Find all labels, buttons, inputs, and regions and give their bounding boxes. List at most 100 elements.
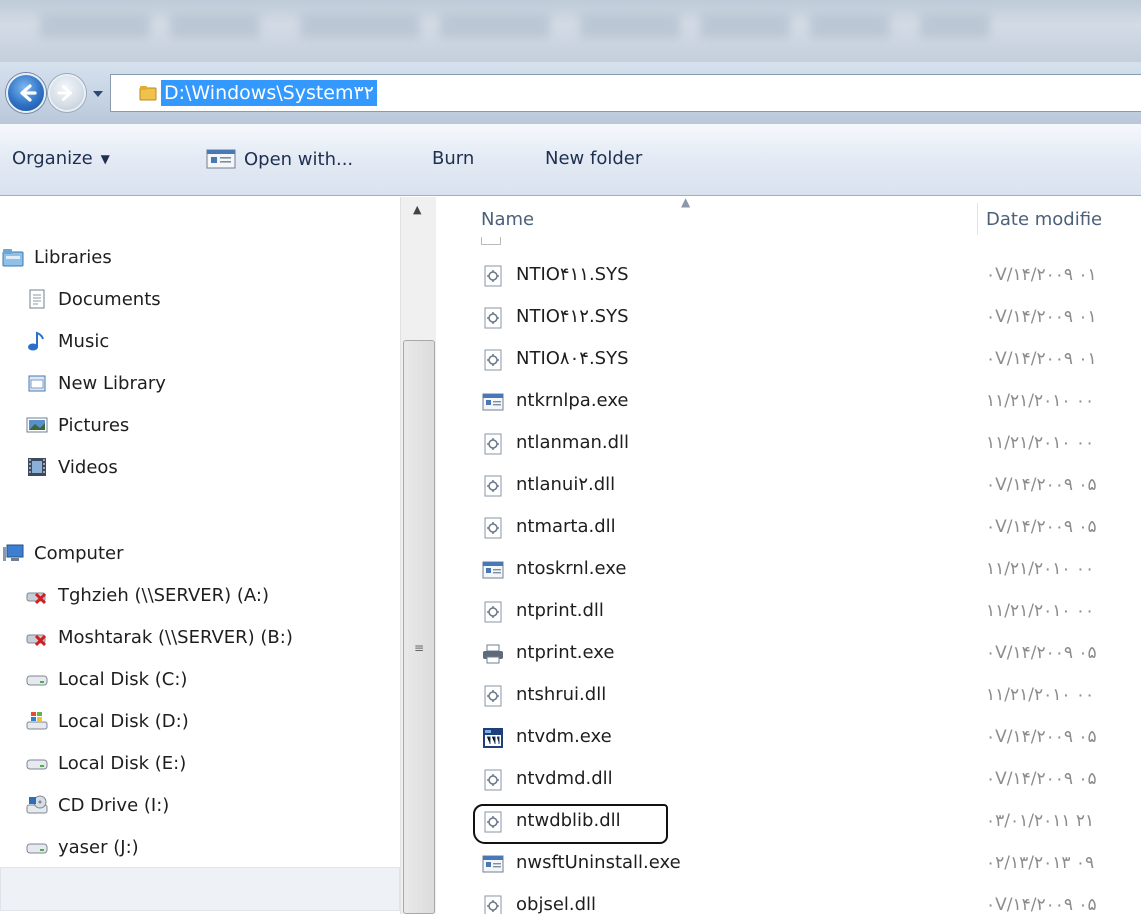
file-row[interactable]: ntvdmd.dll ۰V/۱۴/۲۰۰۹ ۰۵ bbox=[437, 759, 1141, 801]
organize-button[interactable]: Organize ▼ bbox=[12, 148, 110, 169]
system-file-icon bbox=[484, 517, 502, 539]
nav-drive-label: Moshtarak (\\SERVER) (B:) bbox=[58, 626, 293, 648]
file-date: ۰۲/۱۳/۲۰۱۳ ۰۹ bbox=[986, 853, 1095, 873]
file-name: NTIO۸۰۴.SYS bbox=[516, 348, 629, 369]
file-row[interactable]: ntkrnlpa.exe ۱۱/۲۱/۲۰۱۰ ۰۰ bbox=[437, 381, 1141, 423]
folder-icon bbox=[139, 86, 157, 101]
address-path[interactable]: D:\Windows\System۳۲ bbox=[161, 80, 377, 106]
file-name: objsel.dll bbox=[516, 894, 597, 914]
cd-drive-icon bbox=[26, 795, 48, 814]
file-date: ۰V/۱۴/۲۰۰۹ ۰۱ bbox=[986, 265, 1097, 285]
nav-drive-i[interactable]: CD Drive (I:) bbox=[26, 788, 169, 822]
file-row[interactable]: ntlanman.dll ۱۱/۲۱/۲۰۱۰ ۰۰ bbox=[437, 423, 1141, 465]
nav-drive-label: Local Disk (E:) bbox=[58, 752, 187, 774]
nav-item-label: Documents bbox=[58, 288, 161, 310]
pictures-icon bbox=[26, 417, 48, 433]
organize-label: Organize bbox=[12, 148, 93, 169]
file-list: ▲ Name Date modifie NTIO۴۱۱.SYS ۰V/۱۴/۲۰… bbox=[437, 197, 1141, 914]
file-date: ۰V/۱۴/۲۰۰۹ ۰۵ bbox=[986, 727, 1097, 747]
nav-item-documents[interactable]: Documents bbox=[26, 282, 161, 316]
system-file-icon bbox=[484, 895, 502, 914]
file-date: ۰V/۱۴/۲۰۰۹ ۰۵ bbox=[986, 517, 1097, 537]
burn-label: Burn bbox=[432, 148, 475, 169]
scroll-up-arrow-icon[interactable]: ▲ bbox=[413, 203, 421, 216]
nav-drive-label: yaser (J:) bbox=[58, 836, 139, 858]
navigation-bar: D:\Windows\System۳۲ bbox=[0, 62, 1141, 124]
nav-drive-c[interactable]: Local Disk (C:) bbox=[26, 662, 187, 696]
exe-icon bbox=[482, 393, 504, 411]
file-row[interactable]: NTIO۴۱۲.SYS ۰V/۱۴/۲۰۰۹ ۰۱ bbox=[437, 297, 1141, 339]
nav-item-videos[interactable]: Videos bbox=[26, 450, 118, 484]
file-date: ۰V/۱۴/۲۰۰۹ ۰۵ bbox=[986, 895, 1097, 914]
nav-computer[interactable]: Computer bbox=[2, 536, 123, 570]
back-button[interactable] bbox=[6, 73, 46, 113]
nav-drive-label: CD Drive (I:) bbox=[58, 794, 170, 816]
sort-ascending-icon: ▲ bbox=[681, 197, 691, 209]
nav-item-music[interactable]: Music bbox=[26, 324, 109, 358]
system-file-icon bbox=[484, 307, 502, 329]
chevron-down-icon: ▼ bbox=[100, 151, 110, 166]
document-icon bbox=[29, 289, 45, 309]
file-name: ntlanui۲.dll bbox=[516, 474, 616, 495]
file-date: ۱۱/۲۱/۲۰۱۰ ۰۰ bbox=[986, 685, 1095, 705]
nav-drive-e[interactable]: Local Disk (E:) bbox=[26, 746, 186, 780]
file-row[interactable]: NTIO۴۱۱.SYS ۰V/۱۴/۲۰۰۹ ۰۱ bbox=[437, 255, 1141, 297]
nav-item-label: Videos bbox=[58, 456, 118, 478]
nav-item-new-library[interactable]: New Library bbox=[26, 366, 166, 400]
column-divider[interactable] bbox=[977, 203, 978, 235]
file-row[interactable]: NTIO۸۰۴.SYS ۰V/۱۴/۲۰۰۹ ۰۱ bbox=[437, 339, 1141, 381]
system-file-icon bbox=[484, 601, 502, 623]
system-file-icon bbox=[484, 265, 502, 287]
open-with-button[interactable]: Open with... bbox=[206, 148, 353, 170]
drive-icon bbox=[26, 843, 48, 854]
address-bar[interactable]: D:\Windows\System۳۲ bbox=[110, 74, 1141, 112]
file-name: ntmarta.dll bbox=[516, 516, 616, 537]
file-name: NTIO۴۱۱.SYS bbox=[516, 264, 629, 285]
column-header-date-modified[interactable]: Date modifie bbox=[986, 209, 1102, 230]
file-date: ۰V/۱۴/۲۰۰۹ ۰۱ bbox=[986, 349, 1097, 369]
forward-button[interactable] bbox=[48, 74, 86, 112]
file-row[interactable]: nwsftUninstall.exe ۰۲/۱۳/۲۰۱۳ ۰۹ bbox=[437, 843, 1141, 885]
back-arrow-icon bbox=[20, 84, 37, 102]
file-name: ntprint.dll bbox=[516, 600, 604, 621]
file-row[interactable]: ntmarta.dll ۰V/۱۴/۲۰۰۹ ۰۵ bbox=[437, 507, 1141, 549]
system-file-icon bbox=[484, 475, 502, 497]
file-row[interactable]: ntprint.exe ۰V/۱۴/۲۰۰۹ ۰۵ bbox=[437, 633, 1141, 675]
exe-icon bbox=[482, 855, 504, 873]
column-header-name[interactable]: Name bbox=[481, 209, 534, 230]
nav-drive-a[interactable]: Tghzieh (\\SERVER) (A:) bbox=[26, 578, 269, 612]
file-row[interactable]: ntvdm.exe ۰V/۱۴/۲۰۰۹ ۰۵ bbox=[437, 717, 1141, 759]
new-folder-button[interactable]: New folder bbox=[545, 148, 642, 169]
burn-button[interactable]: Burn bbox=[432, 148, 474, 169]
nav-drive-label: Local Disk (D:) bbox=[58, 710, 189, 732]
file-date: ۱۱/۲۱/۲۰۱۰ ۰۰ bbox=[986, 559, 1095, 579]
scrollbar-thumb[interactable]: ≡ bbox=[403, 340, 435, 914]
file-row[interactable]: ntshrui.dll ۱۱/۲۱/۲۰۱۰ ۰۰ bbox=[437, 675, 1141, 717]
libraries-icon bbox=[2, 249, 24, 267]
file-row[interactable]: ntoskrnl.exe ۱۱/۲۱/۲۰۱۰ ۰۰ bbox=[437, 549, 1141, 591]
nav-drive-j[interactable]: yaser (J:) bbox=[26, 830, 139, 864]
system-file-icon bbox=[484, 349, 502, 371]
printer-icon bbox=[483, 644, 503, 664]
nav-item-pictures[interactable]: Pictures bbox=[26, 408, 129, 442]
system-file-icon bbox=[484, 685, 502, 707]
application-window-icon bbox=[206, 149, 236, 169]
navigation-pane: Libraries Documents Music New Library Pi… bbox=[0, 197, 400, 914]
recent-pages-chevron-icon[interactable] bbox=[90, 86, 106, 102]
file-row[interactable]: objsel.dll ۰V/۱۴/۲۰۰۹ ۰۵ bbox=[437, 885, 1141, 914]
partial-file-icon bbox=[481, 237, 501, 245]
nav-drive-b[interactable]: Moshtarak (\\SERVER) (B:) bbox=[26, 620, 293, 654]
file-row[interactable]: ntlanui۲.dll ۰V/۱۴/۲۰۰۹ ۰۵ bbox=[437, 465, 1141, 507]
file-name: ntshrui.dll bbox=[516, 684, 607, 705]
file-row[interactable]: ntprint.dll ۱۱/۲۱/۲۰۱۰ ۰۰ bbox=[437, 591, 1141, 633]
music-icon bbox=[28, 331, 44, 351]
hand-drawn-highlight bbox=[473, 804, 668, 844]
windows-drive-icon bbox=[26, 712, 48, 730]
nav-pane-scrollbar[interactable]: ▲ ≡ bbox=[400, 197, 436, 914]
nav-libraries[interactable]: Libraries bbox=[2, 240, 112, 274]
command-bar: Organize ▼ Open with... Burn New folder bbox=[0, 124, 1141, 196]
nav-item-label: New Library bbox=[58, 372, 166, 394]
nav-drive-d[interactable]: Local Disk (D:) bbox=[26, 704, 189, 738]
file-name: ntvdmd.dll bbox=[516, 768, 613, 789]
videos-icon bbox=[28, 458, 46, 476]
